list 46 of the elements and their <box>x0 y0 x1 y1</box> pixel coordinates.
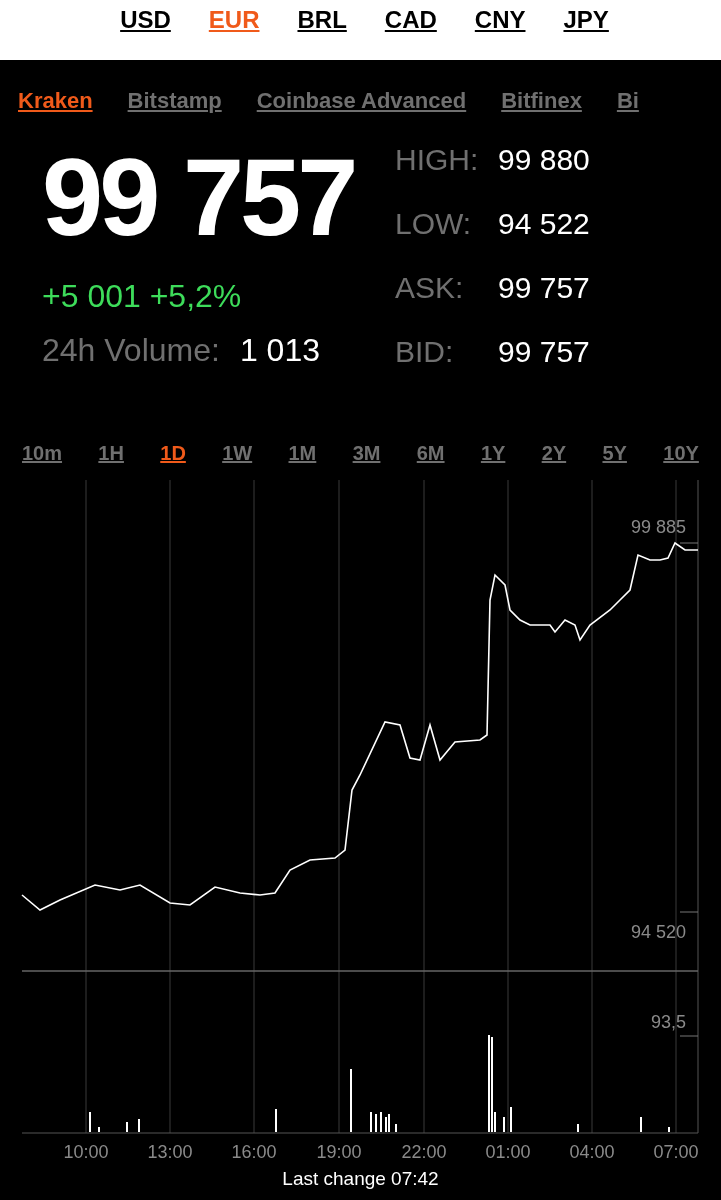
last-change-text: Last change 07:42 <box>282 1167 439 1191</box>
currency-link[interactable]: JPY <box>563 2 609 38</box>
time-axis-label: 22:00 <box>400 1141 448 1164</box>
stat-value: 99 757 <box>498 337 590 367</box>
currency-link[interactable]: CNY <box>474 2 526 38</box>
range-tab[interactable]: 1W <box>222 438 253 468</box>
exchange-link[interactable]: Coinbase Advanced <box>256 83 467 117</box>
range-tab[interactable]: 1H <box>98 438 124 468</box>
range-tab[interactable]: 6M <box>416 438 445 468</box>
range-tab[interactable]: 1Y <box>480 438 506 468</box>
last-price: 99 757 <box>42 142 355 252</box>
currency-link[interactable]: USD <box>120 2 171 38</box>
volume-max-label: 93,5 <box>650 1011 686 1034</box>
range-tab[interactable]: 10m <box>22 438 63 468</box>
exchange-link[interactable]: Bi <box>616 83 639 117</box>
stat-value: 94 522 <box>498 209 590 239</box>
time-axis-label: 16:00 <box>230 1141 278 1164</box>
range-tab[interactable]: 10Y <box>663 438 699 468</box>
range-tab[interactable]: 5Y <box>602 438 627 468</box>
range-tab[interactable]: 1M <box>288 438 317 468</box>
range-tab[interactable]: 2Y <box>541 438 567 468</box>
time-axis-label: 07:00 <box>652 1141 700 1164</box>
stat-label: HIGH: <box>395 145 480 175</box>
currency-link[interactable]: BRL <box>297 2 347 38</box>
volume-label: 24h Volume: <box>42 334 220 366</box>
time-axis-label: 13:00 <box>146 1141 194 1164</box>
time-axis-label: 01:00 <box>484 1141 532 1164</box>
stat-label: ASK: <box>395 273 465 303</box>
stat-value: 99 757 <box>498 273 590 303</box>
range-tab[interactable]: 1D <box>160 438 186 468</box>
time-axis-label: 10:00 <box>62 1141 110 1164</box>
currency-link[interactable]: EUR <box>208 2 260 38</box>
range-tab[interactable]: 3M <box>352 438 381 468</box>
stat-label: LOW: <box>395 209 473 239</box>
stat-value: 99 880 <box>498 145 590 175</box>
exchange-link[interactable]: Bitstamp <box>127 83 222 117</box>
volume-value: 1 013 <box>239 334 320 366</box>
price-max-label: 99 885 <box>630 516 686 539</box>
price-min-label: 94 520 <box>630 921 686 944</box>
time-axis-label: 19:00 <box>315 1141 363 1164</box>
exchange-link[interactable]: Kraken <box>18 83 93 117</box>
price-change: +5 001 +5,2% <box>42 280 242 312</box>
time-axis-label: 04:00 <box>568 1141 616 1164</box>
exchange-link[interactable]: Bitfinex <box>501 83 582 117</box>
currency-link[interactable]: CAD <box>384 2 437 38</box>
stat-label: BID: <box>395 337 455 367</box>
